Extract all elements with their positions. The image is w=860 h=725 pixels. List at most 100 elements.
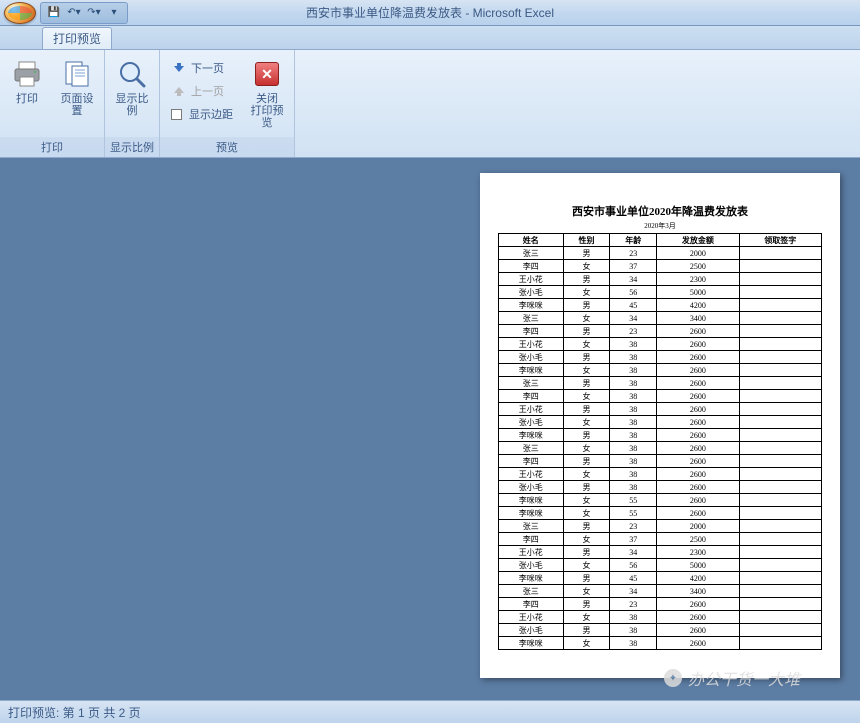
tab-print-preview[interactable]: 打印预览	[42, 27, 112, 49]
table-cell: 38	[610, 481, 657, 494]
table-cell: 女	[563, 507, 610, 520]
table-row: 李咪咪女552600	[499, 494, 822, 507]
table-row: 王小花男342300	[499, 273, 822, 286]
table-header-cell: 姓名	[499, 234, 564, 247]
table-cell: 王小花	[499, 611, 564, 624]
table-row: 李咪咪男382600	[499, 429, 822, 442]
table-cell: 男	[563, 273, 610, 286]
watermark-text: 办公干货一大堆	[688, 666, 800, 690]
table-row: 李四男232600	[499, 598, 822, 611]
table-cell: 张三	[499, 247, 564, 260]
table-cell: 张三	[499, 377, 564, 390]
quick-access-toolbar: 💾 ↶▾ ↷▾ ▾	[40, 2, 128, 24]
table-row: 张小毛女565000	[499, 286, 822, 299]
save-icon[interactable]: 💾	[47, 6, 61, 20]
group-preview-label: 预览	[160, 137, 294, 157]
close-preview-button[interactable]: ✕ 关闭 打印预览	[246, 53, 288, 134]
table-cell	[739, 455, 821, 468]
table-cell	[739, 429, 821, 442]
table-cell: 男	[563, 520, 610, 533]
table-cell: 2600	[657, 325, 739, 338]
table-cell	[739, 247, 821, 260]
table-cell: 34	[610, 273, 657, 286]
table-cell: 李四	[499, 533, 564, 546]
tab-label: 打印预览	[53, 30, 101, 47]
table-row: 李四男232600	[499, 325, 822, 338]
table-row: 王小花男342300	[499, 546, 822, 559]
print-button[interactable]: 打印	[6, 53, 48, 110]
table-cell: 2600	[657, 390, 739, 403]
table-cell: 女	[563, 585, 610, 598]
table-cell: 5000	[657, 559, 739, 572]
table-cell: 张小毛	[499, 351, 564, 364]
table-cell	[739, 377, 821, 390]
table-cell: 张三	[499, 442, 564, 455]
qat-dropdown-icon[interactable]: ▾	[107, 6, 121, 20]
table-cell: 张小毛	[499, 416, 564, 429]
table-cell: 2300	[657, 546, 739, 559]
table-cell: 男	[563, 299, 610, 312]
table-cell: 34	[610, 312, 657, 325]
redo-icon[interactable]: ↷▾	[87, 6, 101, 20]
table-cell: 男	[563, 325, 610, 338]
table-cell: 34	[610, 585, 657, 598]
group-print-label: 打印	[0, 137, 104, 157]
table-cell	[739, 637, 821, 650]
show-margins-label: 显示边距	[189, 106, 233, 122]
table-row: 王小花女382600	[499, 611, 822, 624]
table-row: 张小毛女382600	[499, 416, 822, 429]
preview-area[interactable]: 西安市事业单位2020年降温费发放表 2020年3月 姓名性别年龄发放金额领取签…	[0, 158, 860, 700]
table-cell: 2600	[657, 442, 739, 455]
table-cell: 李咪咪	[499, 572, 564, 585]
table-cell	[739, 273, 821, 286]
show-margins-checkbox[interactable]: 显示边距	[166, 103, 238, 125]
table-cell: 男	[563, 377, 610, 390]
table-cell: 38	[610, 390, 657, 403]
ribbon: 打印 页面设置 打印 显示比例 显示比例	[0, 50, 860, 158]
table-cell: 38	[610, 442, 657, 455]
table-cell: 张三	[499, 312, 564, 325]
page-preview[interactable]: 西安市事业单位2020年降温费发放表 2020年3月 姓名性别年龄发放金额领取签…	[480, 173, 840, 678]
table-cell: 女	[563, 260, 610, 273]
table-cell	[739, 611, 821, 624]
group-preview: 下一页 上一页 显示边距 ✕ 关闭	[160, 50, 295, 157]
table-row: 李咪咪女552600	[499, 507, 822, 520]
table-header-cell: 领取签字	[739, 234, 821, 247]
table-row: 王小花男382600	[499, 403, 822, 416]
window-title: 西安市事业单位降温费发放表 - Microsoft Excel	[306, 4, 554, 21]
table-cell: 王小花	[499, 468, 564, 481]
group-print: 打印 页面设置 打印	[0, 50, 105, 157]
table-cell: 2600	[657, 377, 739, 390]
table-cell: 李咪咪	[499, 507, 564, 520]
table-cell: 张小毛	[499, 559, 564, 572]
table-cell: 男	[563, 598, 610, 611]
zoom-button[interactable]: 显示比例	[111, 53, 153, 122]
table-cell: 李咪咪	[499, 364, 564, 377]
page-setup-label: 页面设置	[59, 93, 95, 117]
table-cell: 38	[610, 429, 657, 442]
table-cell	[739, 286, 821, 299]
table-cell	[739, 494, 821, 507]
table-cell	[739, 442, 821, 455]
status-bar: 打印预览: 第 1 页 共 2 页	[0, 700, 860, 723]
table-cell: 2600	[657, 416, 739, 429]
table-cell: 2600	[657, 637, 739, 650]
table-cell: 23	[610, 598, 657, 611]
table-cell: 李四	[499, 598, 564, 611]
undo-icon[interactable]: ↶▾	[67, 6, 81, 20]
checkbox-icon	[171, 109, 182, 120]
table-cell	[739, 585, 821, 598]
table-row: 张小毛男382600	[499, 481, 822, 494]
table-cell	[739, 416, 821, 429]
table-header-cell: 年龄	[610, 234, 657, 247]
page-setup-button[interactable]: 页面设置	[56, 53, 98, 122]
table-cell: 2000	[657, 247, 739, 260]
table-cell: 李咪咪	[499, 637, 564, 650]
table-row: 李四女372500	[499, 260, 822, 273]
office-button[interactable]	[4, 2, 36, 24]
table-cell: 李四	[499, 260, 564, 273]
table-cell: 38	[610, 624, 657, 637]
next-page-button[interactable]: 下一页	[166, 57, 238, 79]
table-cell: 2600	[657, 429, 739, 442]
prev-page-button: 上一页	[166, 80, 238, 102]
